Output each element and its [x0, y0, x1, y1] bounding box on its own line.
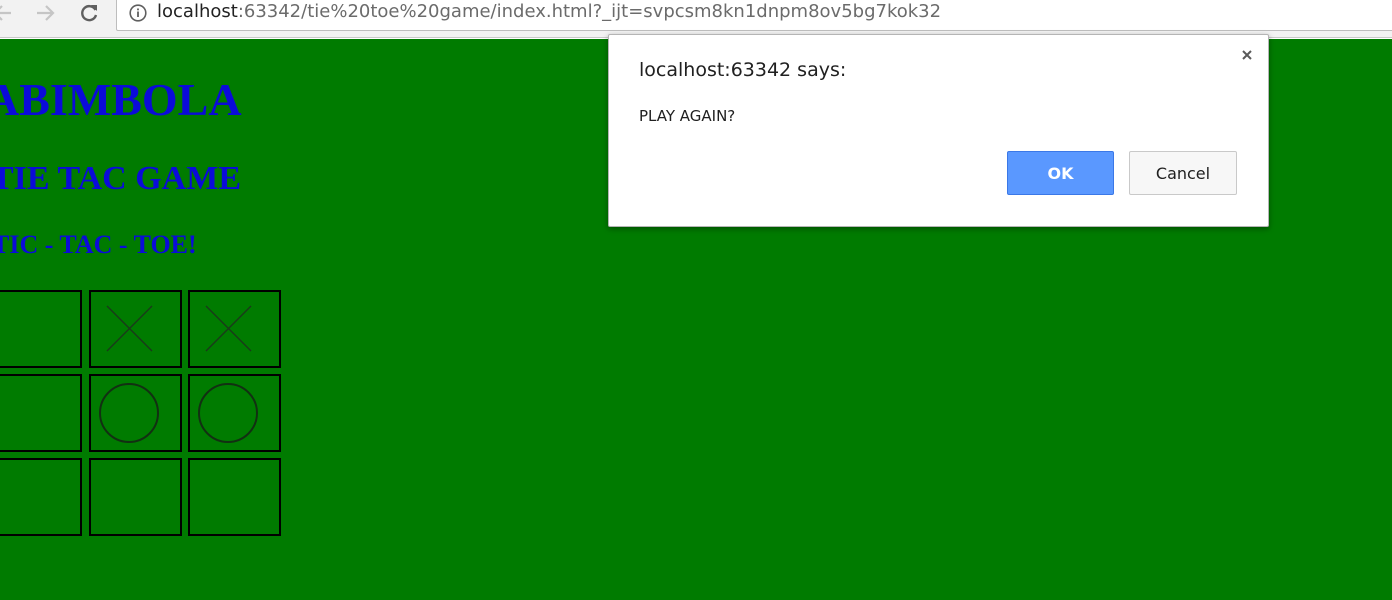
dialog-title: localhost:63342 says: — [639, 59, 847, 81]
board-cell-6[interactable] — [188, 374, 281, 452]
url-text[interactable]: localhost:63342/tie%20toe%20game/index.h… — [157, 0, 941, 24]
url-host: localhost — [157, 1, 238, 22]
close-icon[interactable] — [1239, 47, 1255, 63]
info-circle-icon[interactable] — [129, 4, 147, 22]
url-path: :63342/tie%20toe%20game/index.html?_ijt=… — [237, 1, 942, 22]
reload-icon — [81, 5, 98, 22]
board-cell-8[interactable] — [89, 458, 182, 536]
game-title: TIE TAC GAME — [0, 160, 242, 197]
browser-toolbar: localhost:63342/tie%20toe%20game/index.h… — [0, 0, 1392, 38]
x-mark-icon — [205, 305, 252, 352]
x-mark-icon — [106, 305, 153, 352]
board-cell-5[interactable] — [89, 374, 182, 452]
board-cell-9[interactable] — [188, 458, 281, 536]
cancel-button[interactable]: Cancel — [1129, 151, 1237, 195]
reload-button[interactable] — [76, 0, 102, 26]
page-title: ABIMBOLA — [0, 74, 242, 125]
back-button[interactable] — [0, 0, 16, 26]
arrow-right-icon — [37, 5, 55, 21]
arrow-left-icon — [0, 5, 11, 21]
ok-button[interactable]: OK — [1007, 151, 1114, 195]
board-cell-1[interactable] — [0, 290, 82, 368]
o-mark-icon — [198, 383, 258, 443]
o-mark-icon — [99, 383, 159, 443]
address-bar[interactable]: localhost:63342/tie%20toe%20game/index.h… — [116, 0, 1392, 31]
board-cell-7[interactable] — [0, 458, 82, 536]
board-cell-3[interactable] — [188, 290, 281, 368]
game-subtitle: TIC - TAC - TOE! — [0, 230, 197, 259]
dialog-message: PLAY AGAIN? — [639, 107, 736, 125]
forward-button[interactable] — [32, 0, 58, 26]
board-cell-2[interactable] — [89, 290, 182, 368]
alert-dialog: localhost:63342 says: PLAY AGAIN? OK Can… — [608, 34, 1269, 227]
board-cell-4[interactable] — [0, 374, 82, 452]
